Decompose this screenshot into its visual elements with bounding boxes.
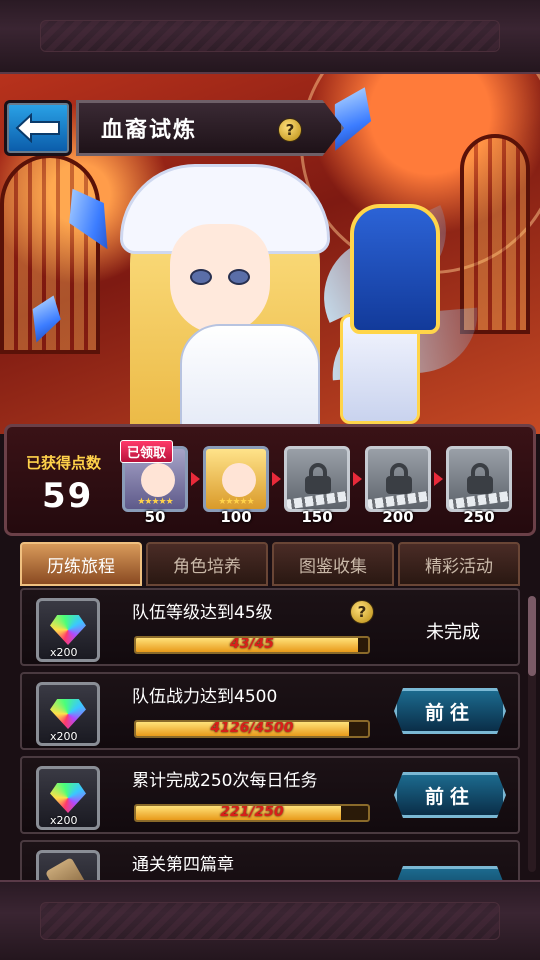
- milestone-reward-100[interactable]: ★★★★★: [203, 446, 269, 512]
- heroine-artwork: [110, 144, 483, 434]
- task-progress-bar: 43/45: [134, 636, 370, 654]
- milestone-reward-150[interactable]: [284, 446, 350, 512]
- task-item: x200 队伍等级达到45级 ? 43/45 未完成: [20, 588, 520, 666]
- task-list: x200 队伍等级达到45级 ? 43/45 未完成 x200 队伍战力达到45…: [20, 588, 520, 880]
- task-item: x200 累计完成250次每日任务 221/250 前往: [20, 756, 520, 834]
- gem-icon: [50, 615, 86, 645]
- progress-text: 43/45: [229, 636, 275, 652]
- eye: [228, 269, 250, 285]
- category-tabs: 历练旅程 角色培养 图鉴收集 精彩活动: [20, 542, 520, 586]
- star-rating: ★★★★★: [137, 497, 173, 507]
- task-progress-bar: 221/250: [134, 804, 370, 822]
- arrow-right-icon: [191, 472, 200, 486]
- reward-quantity: x200: [50, 814, 78, 827]
- armor: [180, 324, 320, 434]
- arrow-right-icon: [434, 472, 443, 486]
- task-progress-bar: 4126/4500: [134, 720, 370, 738]
- bottom-frame: [0, 880, 540, 960]
- milestone-points: 150: [301, 508, 333, 526]
- character-portrait: [222, 463, 256, 497]
- eye: [190, 269, 212, 285]
- go-button[interactable]: 前往: [394, 866, 506, 880]
- progress-text: 221/250: [220, 804, 284, 820]
- task-item: 通关第四篇章 前往: [20, 840, 520, 880]
- reward-quantity: x200: [50, 646, 78, 659]
- arrow-right-icon: [272, 472, 281, 486]
- character-portrait: [141, 463, 175, 497]
- claimed-badge: 已领取: [120, 440, 174, 463]
- page-title: 血裔试炼: [101, 118, 198, 143]
- star-rating: ★★★★★: [218, 497, 254, 507]
- reward-quantity: x200: [50, 730, 78, 743]
- tab-journey[interactable]: 历练旅程: [20, 542, 142, 586]
- go-button[interactable]: 前往: [394, 772, 506, 818]
- milestone-points: 100: [220, 508, 252, 526]
- top-frame: [0, 0, 540, 74]
- status-incomplete: 未完成: [426, 622, 480, 643]
- reward-icon[interactable]: [36, 850, 100, 880]
- points-label: 已获得点数: [26, 454, 102, 472]
- title-bar: 血裔试炼: [76, 100, 344, 156]
- lock-icon: [305, 463, 331, 494]
- lock-icon: [467, 463, 493, 494]
- task-title: 队伍战力达到4500: [132, 687, 278, 707]
- milestone-reward-200[interactable]: [365, 446, 431, 512]
- gauntlet: [350, 204, 440, 334]
- tab-collection[interactable]: 图鉴收集: [272, 542, 394, 586]
- tab-character-growth[interactable]: 角色培养: [146, 542, 268, 586]
- stained-glass-window: [460, 134, 530, 334]
- task-title: 累计完成250次每日任务: [132, 771, 318, 791]
- tab-events[interactable]: 精彩活动: [398, 542, 520, 586]
- gem-icon: [50, 699, 86, 729]
- go-button[interactable]: 前往: [394, 688, 506, 734]
- task-list-scrollbar[interactable]: [528, 596, 536, 872]
- milestone-points: 200: [382, 508, 414, 526]
- face: [170, 224, 270, 334]
- task-title: 队伍等级达到45级: [132, 603, 273, 623]
- back-button[interactable]: [4, 100, 72, 156]
- milestone-reward-250[interactable]: [446, 446, 512, 512]
- task-item: x200 队伍战力达到4500 4126/4500 前往: [20, 672, 520, 750]
- back-arrow-icon: [15, 113, 60, 143]
- arrow-right-icon: [353, 472, 362, 486]
- scrollbar-thumb[interactable]: [528, 596, 536, 676]
- help-icon[interactable]: ?: [278, 118, 302, 142]
- task-title: 通关第四篇章: [132, 855, 234, 875]
- progress-text: 4126/4500: [210, 720, 294, 736]
- scroll-icon: [45, 857, 91, 880]
- gem-icon: [50, 783, 86, 813]
- lock-icon: [386, 463, 412, 494]
- milestone-points: 250: [463, 508, 495, 526]
- milestone-points: 50: [144, 508, 166, 526]
- help-icon[interactable]: ?: [350, 600, 374, 624]
- points-value: 59: [42, 476, 94, 516]
